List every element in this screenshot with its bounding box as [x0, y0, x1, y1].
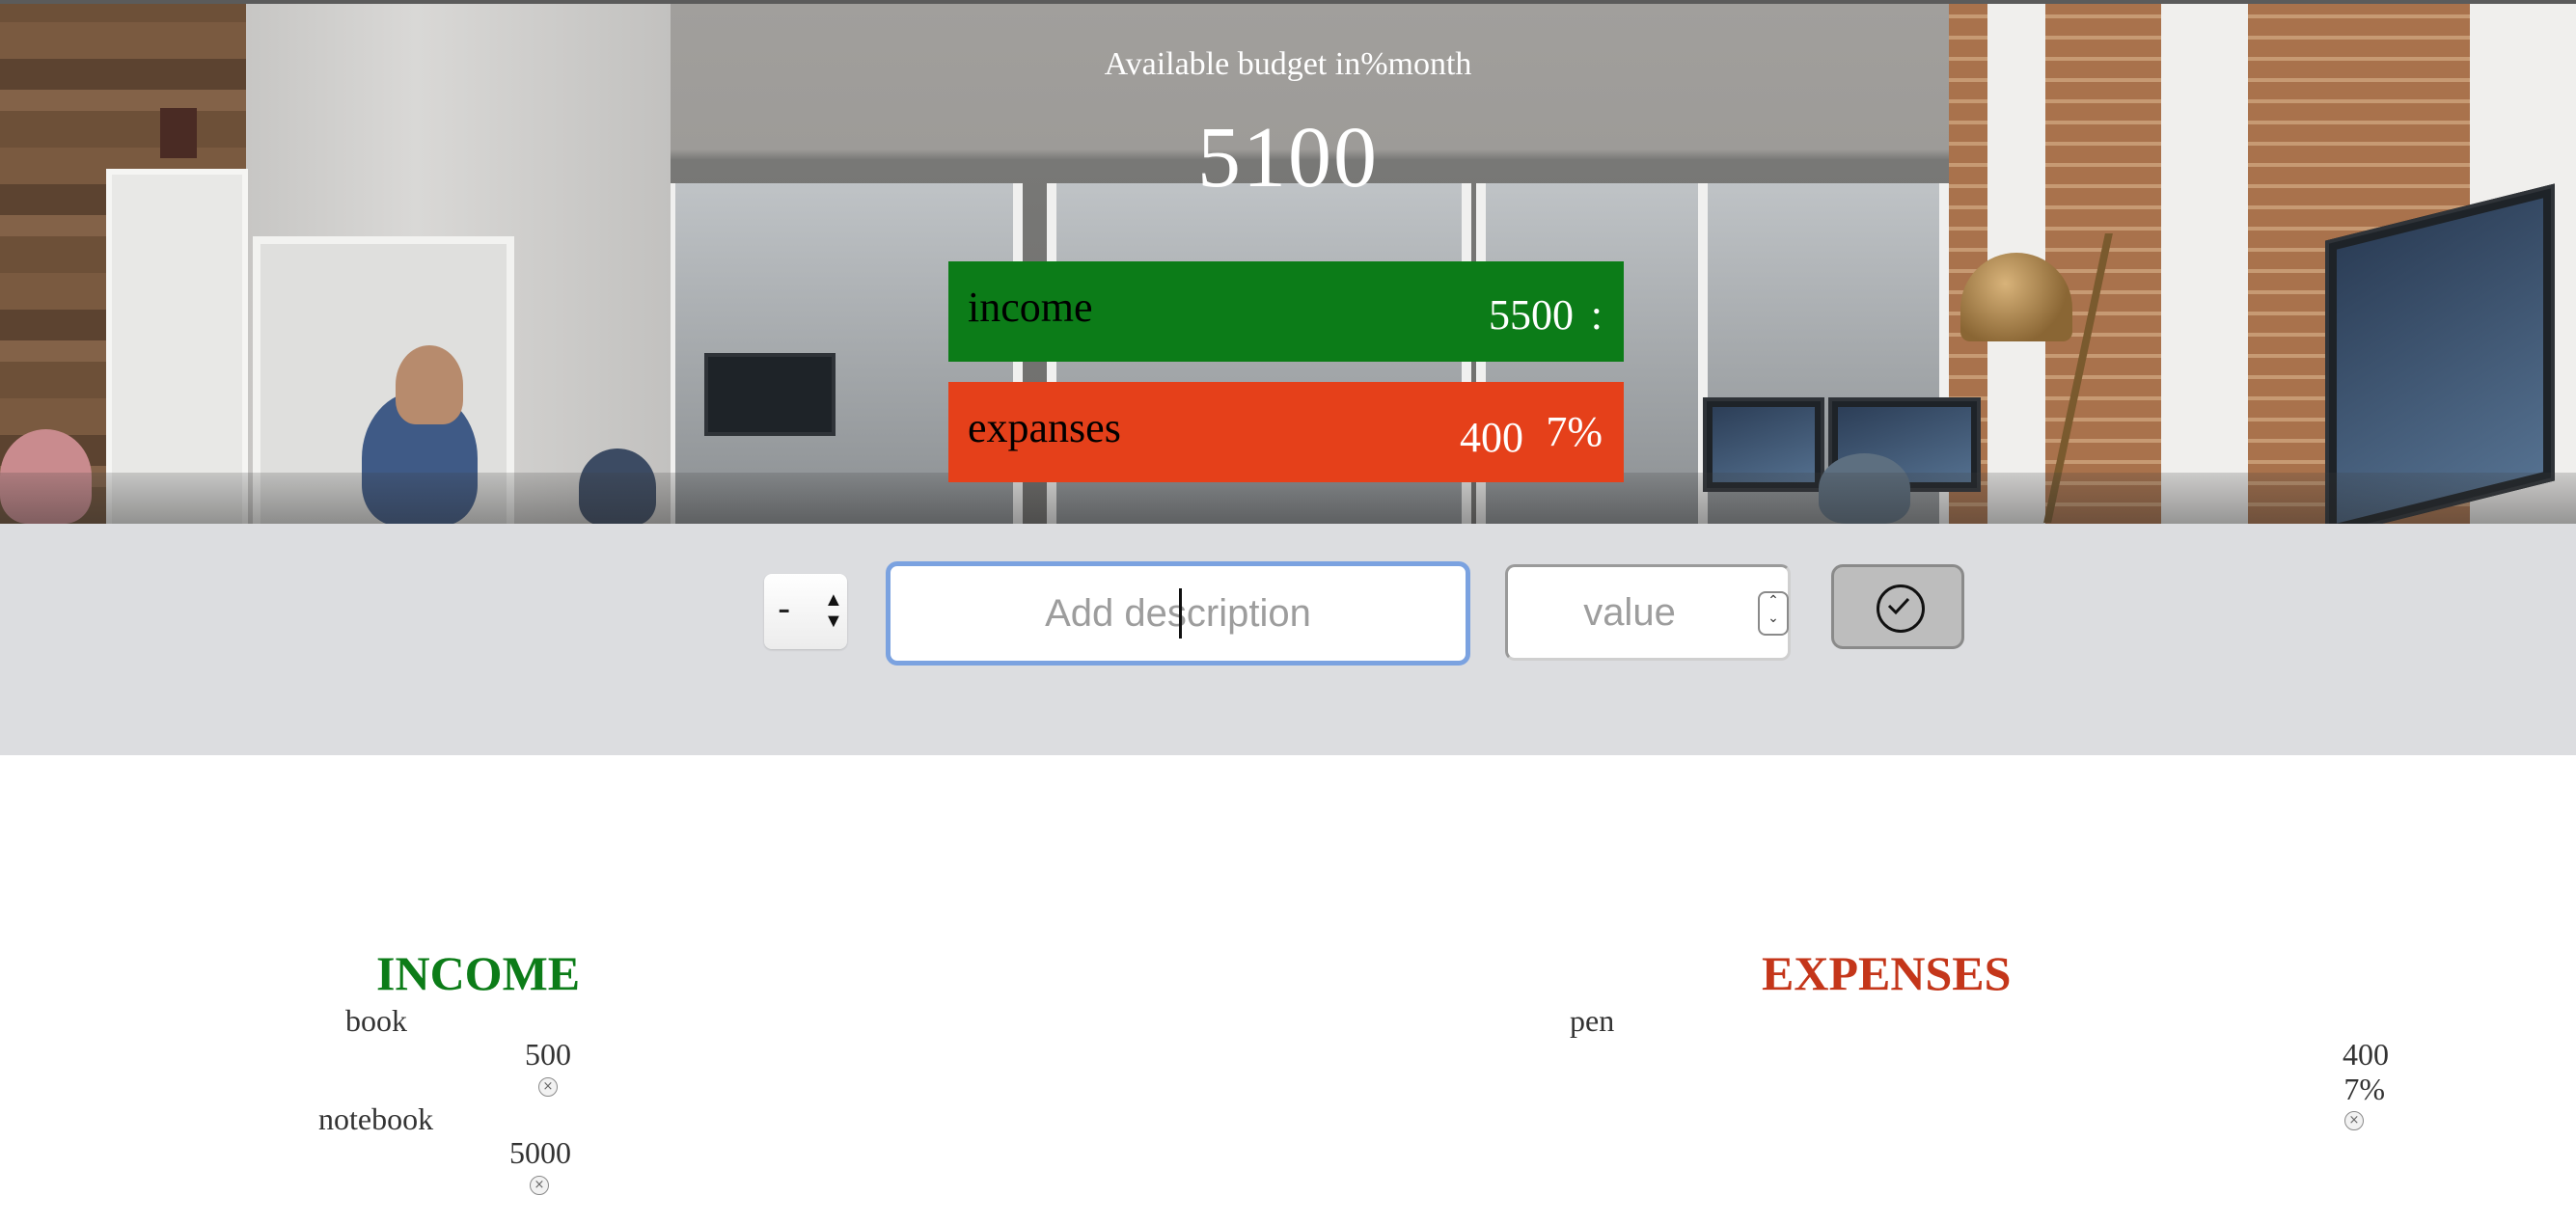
description-input[interactable] — [886, 561, 1470, 666]
value-input[interactable] — [1505, 564, 1791, 661]
income-item-value: 500 — [525, 1037, 571, 1072]
expenses-summary-percent: 7% — [1546, 408, 1603, 455]
expense-item-description: pen — [1570, 1003, 1615, 1038]
income-item-description: book — [345, 1003, 407, 1038]
income-summary-percent: : — [1590, 291, 1603, 339]
select-arrows-icon: ▲ ▼ — [824, 589, 843, 632]
expenses-summary-value: 400 — [1460, 414, 1523, 461]
income-summary-bar: income 5500 : — [948, 261, 1624, 362]
delete-icon[interactable]: × — [538, 1077, 558, 1097]
income-summary-value: 5500 — [1489, 291, 1574, 339]
budget-title: Available budget in%month — [1104, 46, 1472, 82]
text-caret — [1179, 588, 1182, 639]
type-select-value: - — [778, 587, 791, 630]
budget-total: 5100 — [1197, 110, 1379, 205]
expense-item-value: 400 — [2343, 1037, 2389, 1072]
check-icon — [1887, 597, 1910, 615]
delete-icon[interactable]: × — [530, 1176, 549, 1195]
expense-item-percent: 7% — [2343, 1072, 2385, 1106]
income-item-description: notebook — [318, 1101, 434, 1136]
delete-icon[interactable]: × — [2344, 1111, 2364, 1130]
value-spinner[interactable]: ⌃ ⌄ — [1758, 591, 1789, 636]
add-entry-button[interactable] — [1831, 564, 1964, 649]
income-item-value: 5000 — [509, 1135, 571, 1170]
expenses-summary-bar: expanses 400 7% — [948, 382, 1624, 482]
hero-banner: Available budget in%month 5100 income 55… — [0, 0, 2576, 524]
income-summary-label: income — [968, 284, 1093, 331]
expenses-list-title: EXPENSES — [1762, 946, 2012, 1000]
expenses-summary-label: expanses — [968, 404, 1121, 451]
type-select[interactable]: - ▲ ▼ — [764, 574, 847, 649]
income-list-title: INCOME — [376, 946, 581, 1000]
